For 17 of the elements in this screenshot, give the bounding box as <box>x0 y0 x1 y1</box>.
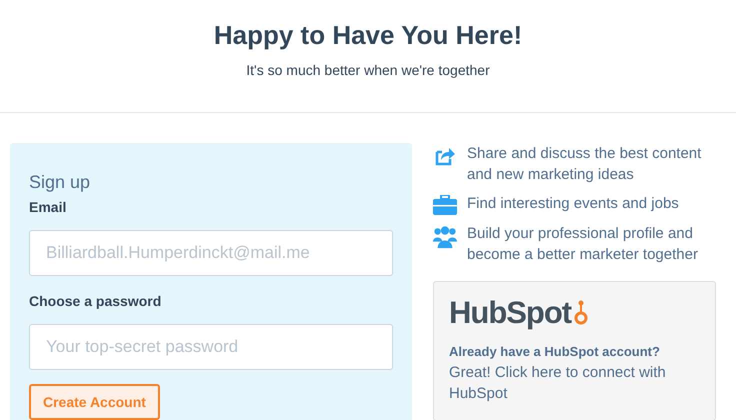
account-question: Already have a HubSpot account? <box>449 343 661 361</box>
password-field[interactable]: Your top-secret password <box>29 324 393 370</box>
field-label: Email <box>29 198 68 217</box>
email-field[interactable]: Billiardball.Humperdinckt@mail.me <box>29 230 393 276</box>
field-label: Choose a password <box>29 292 162 311</box>
signup-heading: Sign up <box>29 171 92 193</box>
sprocket-icon <box>573 300 590 326</box>
feature-text: Share and discuss the best content and new marketing ideas <box>467 144 702 185</box>
people-icon <box>433 225 457 249</box>
feature-text: Find interesting events and jobs <box>467 194 679 214</box>
share-icon <box>434 145 456 167</box>
feature-text: Build your professional profile and become a better marketer together <box>467 224 699 265</box>
page-title: Happy to Have You Here! <box>214 19 522 52</box>
page-subtitle: It's so much better when we're together <box>246 61 490 80</box>
connect-link[interactable]: Great! Click here to connect with HubSpot <box>449 362 700 404</box>
hubspot-logo: HubSpot <box>449 296 572 330</box>
briefcase-icon <box>433 195 457 215</box>
